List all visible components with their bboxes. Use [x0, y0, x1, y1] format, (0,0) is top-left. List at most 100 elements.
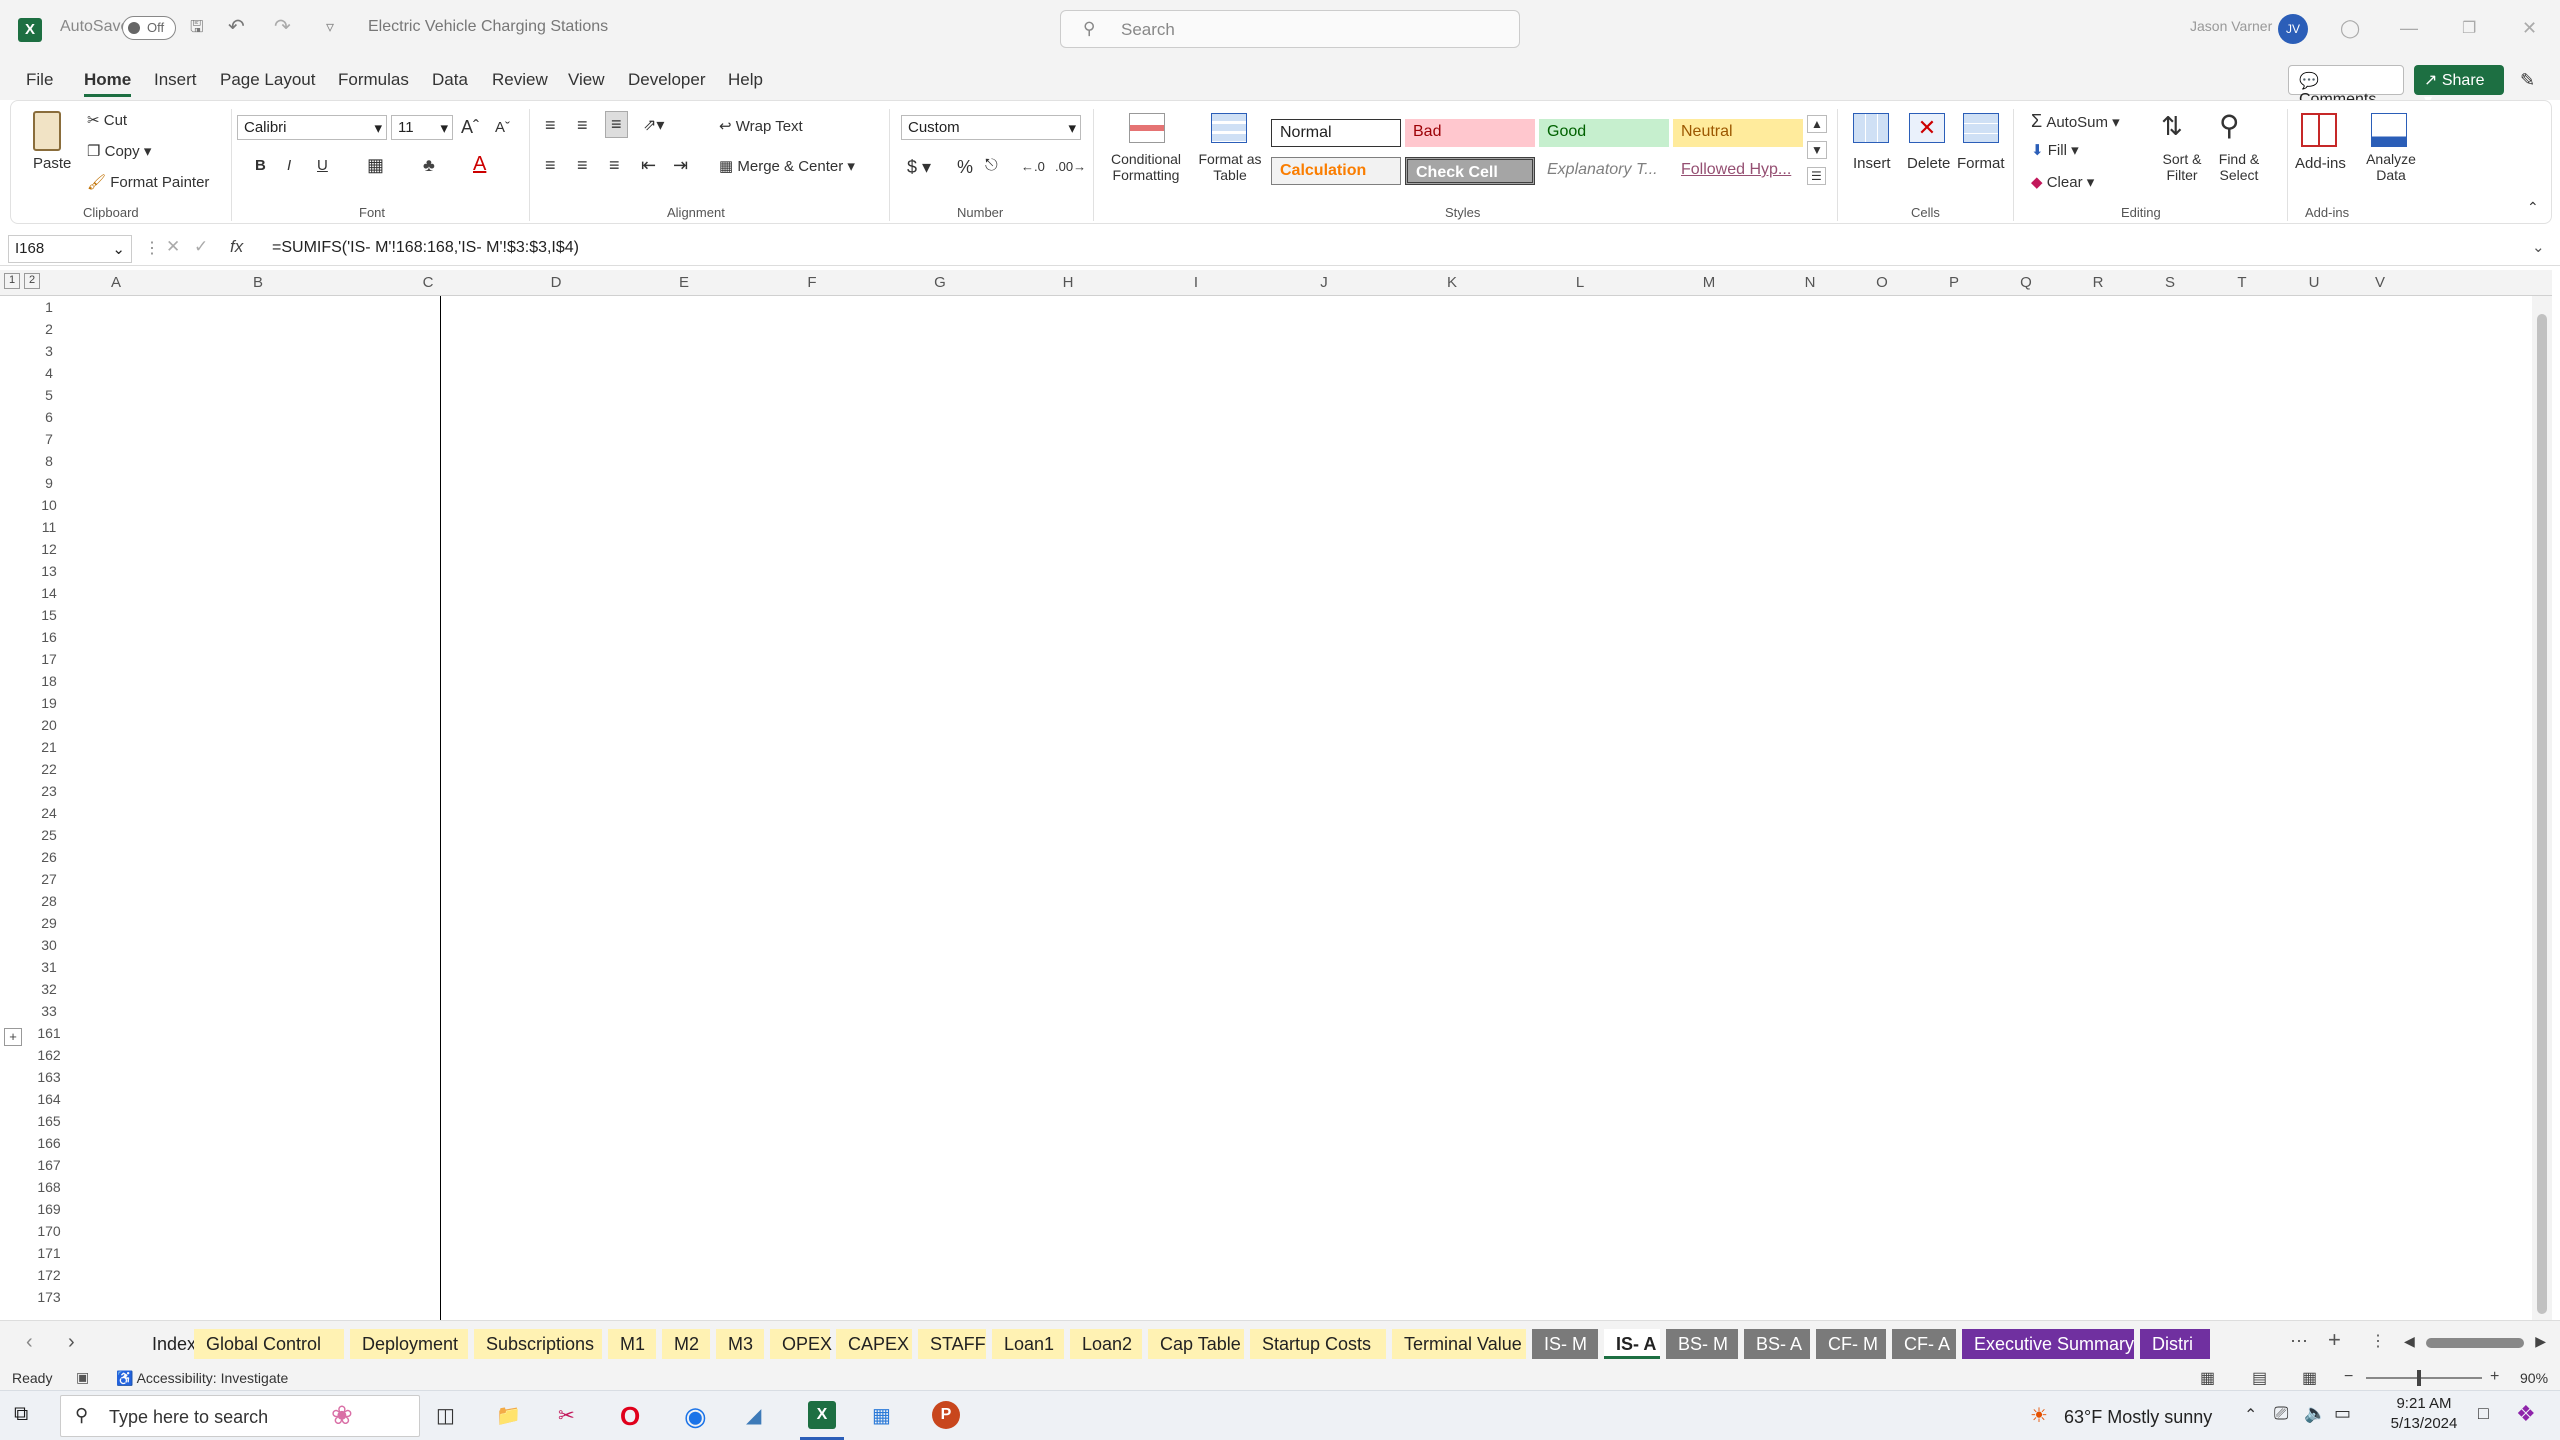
comments-button[interactable]: 💬 Comments: [2288, 65, 2404, 108]
underline-icon[interactable]: U: [317, 157, 328, 174]
lightbulb-icon[interactable]: ◯: [2340, 18, 2360, 39]
column-header[interactable]: L: [1516, 274, 1644, 291]
collapse-ribbon-icon[interactable]: ⌃: [2527, 199, 2539, 216]
formula-input[interactable]: =SUMIFS('IS- M'!168:168,'IS- M'!$3:$3,I$…: [272, 239, 579, 257]
align-top-icon[interactable]: ≡: [545, 115, 556, 136]
prev-sheet-icon[interactable]: ‹: [26, 1331, 33, 1354]
app-icon[interactable]: ◢: [746, 1403, 761, 1428]
row-header[interactable]: 29: [24, 915, 74, 931]
row-header[interactable]: 2: [24, 321, 74, 337]
row-header[interactable]: 31: [24, 959, 74, 975]
sheet-tab[interactable]: Index: [140, 1329, 196, 1359]
row-header[interactable]: 26: [24, 849, 74, 865]
menu-page-layout[interactable]: Page Layout: [220, 70, 315, 90]
decrease-indent-icon[interactable]: ⇤: [641, 155, 656, 176]
zoom-in-icon[interactable]: +: [2490, 1368, 2499, 1386]
zoom-slider[interactable]: [2366, 1370, 2482, 1386]
bold-icon[interactable]: B: [255, 157, 266, 174]
increase-decimal-icon[interactable]: ←.0: [1021, 159, 1045, 174]
sheet-tab[interactable]: Loan1: [992, 1329, 1064, 1359]
save-icon[interactable]: 🖫: [190, 16, 204, 43]
row-header[interactable]: 161: [24, 1025, 74, 1041]
autosave-toggle[interactable]: Off: [122, 16, 176, 40]
avatar[interactable]: JV: [2278, 14, 2308, 44]
macro-record-icon[interactable]: ▣: [76, 1369, 89, 1386]
column-header[interactable]: C: [364, 274, 492, 291]
column-header[interactable]: O: [1846, 274, 1918, 291]
row-header[interactable]: 11: [24, 519, 74, 535]
addins-button[interactable]: Add-ins: [2295, 155, 2346, 172]
close-icon[interactable]: ✕: [2522, 18, 2537, 39]
show-hidden-icons-icon[interactable]: ⌃: [2244, 1405, 2257, 1425]
sheet-tab[interactable]: CF- M: [1816, 1329, 1886, 1359]
format-painter-button[interactable]: 🖌 Format Painter: [87, 173, 209, 191]
row-header[interactable]: 33: [24, 1003, 74, 1019]
excel-taskbar-icon[interactable]: X: [808, 1401, 836, 1429]
clock-date[interactable]: 5/13/2024: [2380, 1415, 2468, 1432]
orientation-icon[interactable]: ⇗▾: [643, 115, 664, 135]
row-header[interactable]: 1: [24, 299, 74, 315]
percent-icon[interactable]: %: [957, 157, 973, 178]
format-cells-button[interactable]: Format: [1957, 155, 2005, 172]
row-header[interactable]: 170: [24, 1223, 74, 1239]
redo-icon[interactable]: ↷: [274, 14, 291, 39]
opera-icon[interactable]: O: [620, 1401, 640, 1432]
row-header[interactable]: 20: [24, 717, 74, 733]
row-header[interactable]: 17: [24, 651, 74, 667]
name-box[interactable]: I168 ⌄: [8, 235, 132, 263]
vertical-scrollbar[interactable]: [2532, 296, 2552, 1320]
column-header[interactable]: H: [1004, 274, 1132, 291]
conditional-formatting-button[interactable]: Conditional Formatting: [1105, 151, 1187, 183]
row-header[interactable]: 163: [24, 1069, 74, 1085]
sheet-tab[interactable]: OPEX: [770, 1329, 832, 1359]
shrink-font-icon[interactable]: Aˇ: [495, 119, 510, 136]
column-header[interactable]: R: [2062, 274, 2134, 291]
column-header[interactable]: N: [1774, 274, 1846, 291]
fill-button[interactable]: ⬇ Fill ▾: [2031, 141, 2079, 159]
powerpoint-icon[interactable]: P: [932, 1401, 960, 1429]
column-header[interactable]: V: [2350, 274, 2410, 291]
row-header[interactable]: 19: [24, 695, 74, 711]
taskbar-search-box[interactable]: ⚲ Type here to search ❀: [60, 1395, 420, 1437]
row-header[interactable]: 5: [24, 387, 74, 403]
align-right-icon[interactable]: ≡: [609, 155, 620, 176]
outline-level-1[interactable]: 1: [4, 273, 20, 289]
style-neutral[interactable]: Neutral: [1673, 119, 1803, 147]
accessibility-status[interactable]: ♿ Accessibility: Investigate: [116, 1370, 288, 1387]
row-header[interactable]: 169: [24, 1201, 74, 1217]
autosum-button[interactable]: Σ AutoSum ▾: [2031, 111, 2120, 132]
windows-start-icon[interactable]: ⧉: [14, 1403, 28, 1426]
format-as-table-button[interactable]: Format as Table: [1195, 151, 1265, 183]
align-left-icon[interactable]: ≡: [545, 155, 556, 176]
page-layout-view-icon[interactable]: ▤: [2252, 1368, 2267, 1388]
sheet-tab[interactable]: Executive Summary: [1962, 1329, 2134, 1359]
sheet-tab[interactable]: Distri: [2140, 1329, 2210, 1359]
row-header[interactable]: 12: [24, 541, 74, 557]
menu-home[interactable]: Home: [84, 70, 132, 97]
fill-color-icon[interactable]: ♣: [423, 155, 435, 176]
page-break-view-icon[interactable]: ▦: [2302, 1368, 2317, 1388]
italic-icon[interactable]: I: [287, 157, 291, 174]
sheet-tab[interactable]: Subscriptions: [474, 1329, 602, 1359]
style-good[interactable]: Good: [1539, 119, 1669, 147]
menu-data[interactable]: Data: [432, 70, 468, 90]
notifications-icon[interactable]: □: [2478, 1403, 2489, 1424]
sheet-tab[interactable]: M3: [716, 1329, 764, 1359]
row-header[interactable]: 30: [24, 937, 74, 953]
sheet-tab[interactable]: IS- M: [1532, 1329, 1598, 1359]
more-sheets-icon[interactable]: ⋯: [2290, 1331, 2308, 1352]
row-header[interactable]: 164: [24, 1091, 74, 1107]
row-header[interactable]: 32: [24, 981, 74, 997]
horizontal-scrollbar[interactable]: ◀ ▶: [2404, 1333, 2546, 1353]
row-header[interactable]: 13: [24, 563, 74, 579]
row-header[interactable]: 7: [24, 431, 74, 447]
cut-button[interactable]: ✂ Cut: [87, 111, 127, 129]
weather-text[interactable]: 63°F Mostly sunny: [2064, 1407, 2212, 1428]
font-name-select[interactable]: Calibri ▾: [237, 115, 387, 140]
more-options-icon[interactable]: ⋮: [144, 238, 160, 258]
menu-formulas[interactable]: Formulas: [338, 70, 409, 90]
find-select-button[interactable]: Find & Select: [2207, 151, 2271, 183]
column-header[interactable]: J: [1260, 274, 1388, 291]
copilot-icon[interactable]: ❖: [2516, 1401, 2536, 1427]
delete-cells-button[interactable]: Delete: [1907, 155, 1950, 172]
